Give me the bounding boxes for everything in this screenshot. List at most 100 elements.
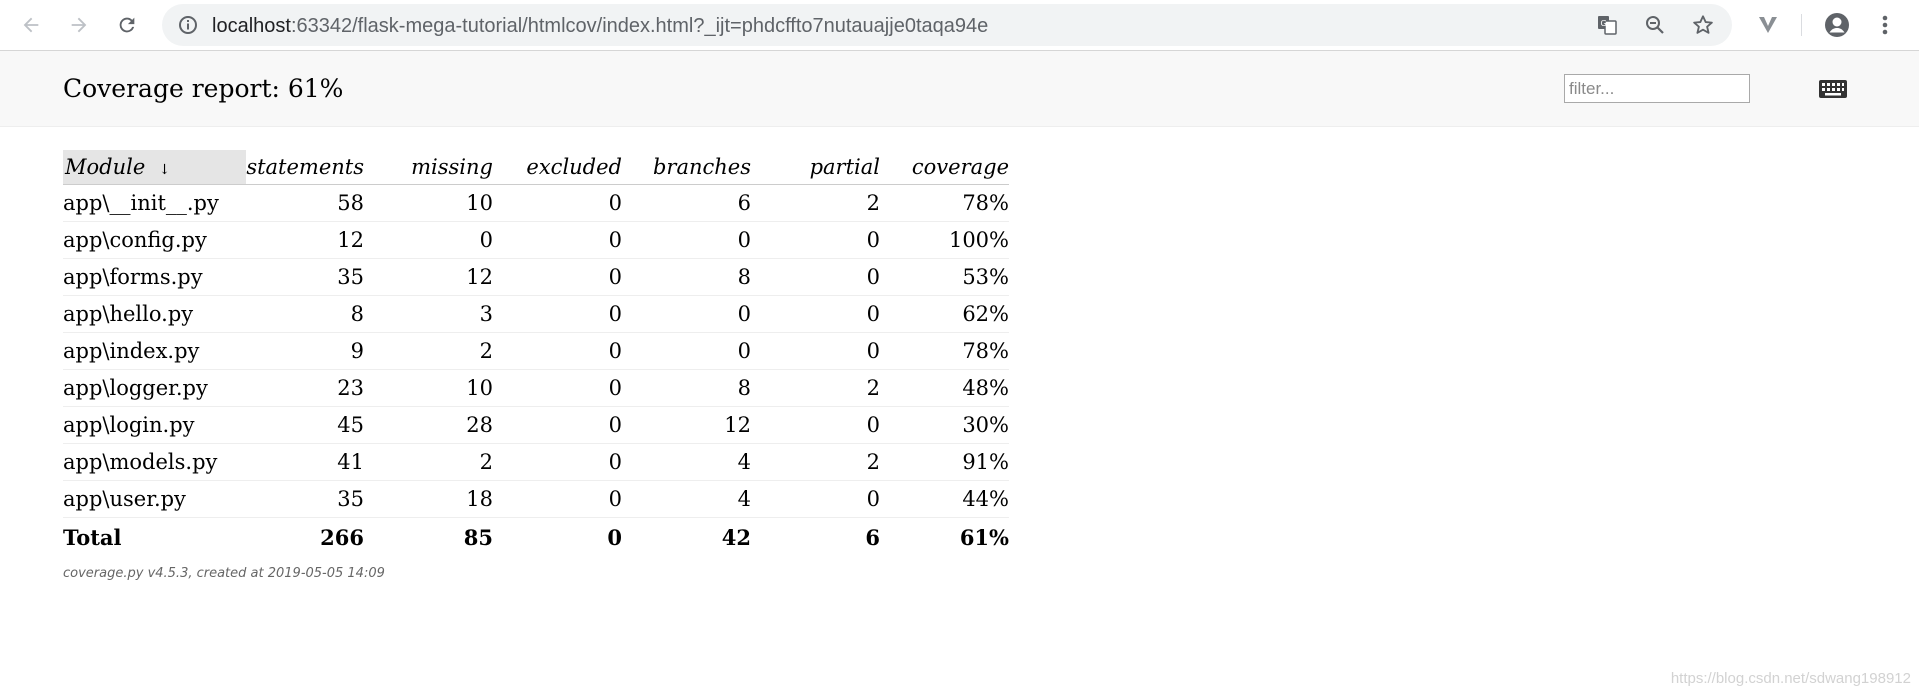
column-header-excluded[interactable]: excluded (493, 150, 622, 185)
translate-icon[interactable]: G (1594, 12, 1620, 38)
svg-text:G: G (1601, 19, 1607, 28)
cell-coverage: 44% (880, 480, 1009, 518)
cell-branches: 6 (622, 184, 751, 222)
site-info-icon[interactable] (175, 12, 201, 38)
cell-module-name[interactable]: app\index.py (63, 332, 246, 370)
cell-excluded: 0 (493, 332, 622, 370)
column-header-statements[interactable]: statements (246, 150, 364, 185)
address-bar[interactable]: localhost:63342/flask-mega-tutorial/html… (162, 4, 1732, 46)
table-row: app\config.py 12 0 0 0 0 100% (63, 221, 1009, 259)
cell-partial: 0 (751, 258, 880, 296)
account-avatar-icon[interactable] (1822, 10, 1852, 40)
cell-coverage: 78% (880, 184, 1009, 222)
forward-icon[interactable] (64, 10, 94, 40)
cell-excluded: 0 (493, 184, 622, 222)
cell-module-name[interactable]: app\user.py (63, 480, 246, 518)
cell-coverage: 53% (880, 258, 1009, 296)
browser-menu-icon[interactable] (1870, 10, 1900, 40)
cell-statements: 35 (246, 258, 364, 296)
table-row: app\index.py 9 2 0 0 0 78% (63, 332, 1009, 370)
back-icon[interactable] (16, 10, 46, 40)
watermark-text: https://blog.csdn.net/sdwang198912 (1670, 670, 1911, 687)
table-row: app\logger.py 23 10 0 8 2 48% (63, 369, 1009, 407)
cell-missing: 10 (364, 184, 493, 222)
column-header-missing[interactable]: missing (364, 150, 493, 185)
cell-statements: 41 (246, 443, 364, 481)
toolbar-divider (1801, 14, 1802, 36)
total-label: Total (63, 524, 122, 550)
cell-partial: 0 (751, 480, 880, 518)
total-coverage: 61% (959, 524, 1009, 550)
total-missing: 85 (463, 524, 493, 550)
table-row: app\login.py 45 28 0 12 0 30% (63, 406, 1009, 444)
cell-statements: 8 (246, 295, 364, 333)
total-branches: 42 (721, 524, 751, 550)
cell-excluded: 0 (493, 221, 622, 259)
total-row: Total 266 85 0 42 6 61% (63, 518, 1009, 557)
cell-statements: 58 (246, 184, 364, 222)
cell-module-name[interactable]: app\hello.py (63, 295, 246, 333)
cell-statements: 23 (246, 369, 364, 407)
cell-branches: 0 (622, 295, 751, 333)
column-header-coverage[interactable]: coverage (880, 150, 1009, 185)
cell-excluded: 0 (493, 295, 622, 333)
cell-missing: 28 (364, 406, 493, 444)
table-row: app\__init__.py 58 10 0 6 2 78% (63, 184, 1009, 222)
sort-arrow-icon: ↓ (158, 162, 171, 178)
keyboard-shortcuts-icon[interactable] (1818, 79, 1848, 99)
table-row: app\hello.py 8 3 0 0 0 62% (63, 295, 1009, 333)
reload-icon[interactable] (112, 10, 142, 40)
extension-icon[interactable] (1753, 10, 1783, 40)
cell-coverage: 100% (880, 221, 1009, 259)
cell-missing: 10 (364, 369, 493, 407)
cell-coverage: 48% (880, 369, 1009, 407)
cell-partial: 0 (751, 221, 880, 259)
column-label: Module (65, 155, 146, 179)
cell-coverage: 62% (880, 295, 1009, 333)
cell-excluded: 0 (493, 258, 622, 296)
cell-statements: 45 (246, 406, 364, 444)
cell-module-name[interactable]: app\forms.py (63, 258, 246, 296)
cell-module-name[interactable]: app\__init__.py (63, 184, 246, 222)
column-header-module[interactable]: Module ↓ (63, 150, 246, 185)
cell-missing: 18 (364, 480, 493, 518)
bookmark-star-icon[interactable] (1690, 12, 1716, 38)
cell-coverage: 91% (880, 443, 1009, 481)
cell-missing: 2 (364, 332, 493, 370)
total-partial: 6 (865, 524, 880, 550)
zoom-icon[interactable] (1642, 12, 1668, 38)
cell-branches: 8 (622, 258, 751, 296)
url-text[interactable]: localhost:63342/flask-mega-tutorial/html… (212, 15, 988, 38)
coverage-table: Module ↓ statements missing excluded bra… (63, 150, 1009, 556)
total-statements: 266 (320, 524, 364, 550)
cell-statements: 35 (246, 480, 364, 518)
cell-partial: 0 (751, 332, 880, 370)
cell-module-name[interactable]: app\config.py (63, 221, 246, 259)
cell-partial: 2 (751, 443, 880, 481)
cell-excluded: 0 (493, 443, 622, 481)
cell-missing: 2 (364, 443, 493, 481)
page-title: Coverage report: 61% (63, 74, 344, 103)
column-header-branches[interactable]: branches (622, 150, 751, 185)
table-header-row: Module ↓ statements missing excluded bra… (63, 150, 1009, 185)
url-path: :63342/flask-mega-tutorial/htmlcov/index… (290, 15, 989, 37)
cell-missing: 12 (364, 258, 493, 296)
cell-partial: 2 (751, 369, 880, 407)
cell-module-name[interactable]: app\logger.py (63, 369, 246, 407)
column-header-partial[interactable]: partial (751, 150, 880, 185)
cell-module-name[interactable]: app\models.py (63, 443, 246, 481)
cell-excluded: 0 (493, 480, 622, 518)
cell-module-name[interactable]: app\login.py (63, 406, 246, 444)
total-excluded: 0 (607, 524, 622, 550)
cell-branches: 0 (622, 221, 751, 259)
table-row: app\models.py 41 2 0 4 2 91% (63, 443, 1009, 481)
filter-input[interactable] (1564, 74, 1750, 103)
cell-coverage: 78% (880, 332, 1009, 370)
cell-statements: 12 (246, 221, 364, 259)
cell-coverage: 30% (880, 406, 1009, 444)
cell-partial: 2 (751, 184, 880, 222)
cell-excluded: 0 (493, 406, 622, 444)
browser-toolbar: localhost:63342/flask-mega-tutorial/html… (0, 0, 1919, 51)
cell-branches: 8 (622, 369, 751, 407)
cell-missing: 0 (364, 221, 493, 259)
